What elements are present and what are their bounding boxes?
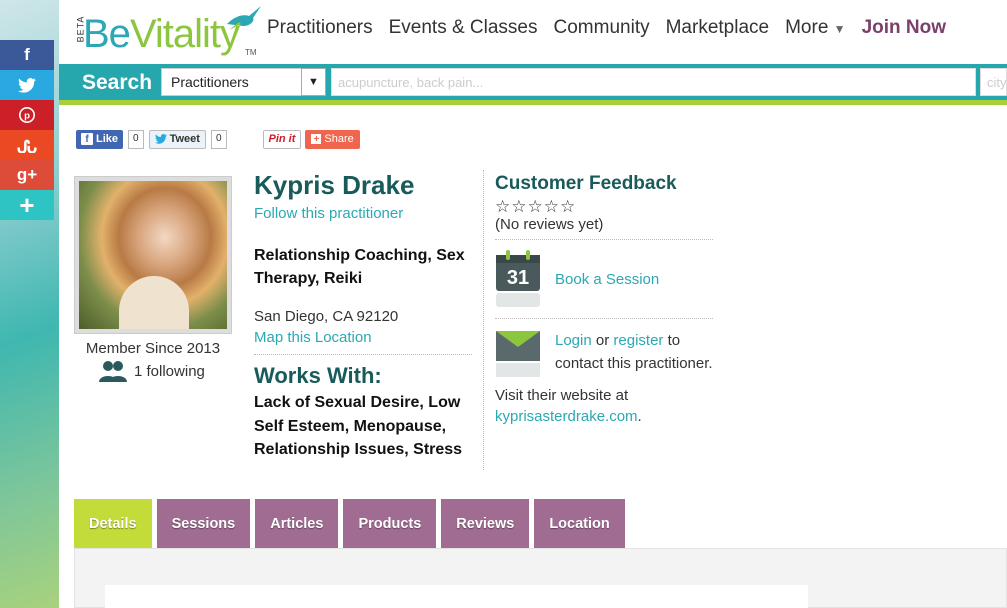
- like-count: 0: [128, 129, 144, 149]
- book-session-link[interactable]: Book a Session: [555, 271, 659, 288]
- customer-feedback-heading: Customer Feedback: [495, 173, 677, 194]
- nav-marketplace[interactable]: Marketplace: [666, 17, 770, 39]
- tab-location[interactable]: Location: [534, 499, 625, 548]
- twitter-icon[interactable]: [0, 70, 54, 100]
- bevitality-logo[interactable]: BETA BeVitality TM: [67, 4, 262, 60]
- tweet-count: 0: [210, 129, 227, 149]
- share-plus-icon: +: [311, 134, 322, 145]
- tab-articles[interactable]: Articles: [255, 499, 339, 548]
- search-bar: Search Practitioners ▼ acupuncture, back…: [59, 64, 1007, 100]
- divider: [254, 354, 472, 355]
- member-since: Member Since 2013: [85, 340, 221, 357]
- login-link[interactable]: Login: [555, 332, 592, 349]
- twitter-small-icon: [154, 134, 167, 144]
- search-label: Search: [82, 71, 153, 94]
- column-divider: [483, 170, 484, 470]
- main-nav: Practitioners Events & Classes Community…: [267, 17, 946, 39]
- nav-community[interactable]: Community: [554, 17, 650, 39]
- following-count[interactable]: 1 following: [98, 359, 205, 383]
- address: San Diego, CA 92120: [254, 308, 399, 325]
- logo-trademark: TM: [245, 48, 257, 57]
- share-label: Share: [324, 133, 354, 145]
- nav-more-label: More: [785, 17, 829, 38]
- share-buttons-row: f Like 0 Tweet 0 Pin it + Share: [76, 129, 360, 149]
- stumbleupon-icon[interactable]: [0, 130, 54, 160]
- tab-panel-content: [105, 585, 808, 608]
- svg-text:p: p: [24, 111, 30, 122]
- tab-products[interactable]: Products: [343, 499, 437, 548]
- specialties: Relationship Coaching, Sex Therapy, Reik…: [254, 247, 465, 287]
- people-icon: [99, 361, 127, 382]
- customer-feedback-panel: Customer Feedback ☆☆☆☆☆ (No reviews yet)…: [495, 170, 713, 427]
- practitioner-name: Kypris Drake: [254, 170, 415, 200]
- join-now-link[interactable]: Join Now: [862, 17, 946, 39]
- works-with-heading: Works With:: [254, 363, 382, 388]
- logo-be: Be: [83, 12, 131, 56]
- profile-photo: [74, 176, 232, 334]
- calendar-day: 31: [507, 267, 529, 289]
- practitioner-info: Kypris Drake Follow this practitioner Re…: [254, 170, 474, 462]
- pin-it-button[interactable]: Pin it: [262, 129, 302, 149]
- facebook-icon[interactable]: f: [0, 40, 54, 70]
- share-button[interactable]: + Share: [305, 129, 360, 149]
- tweet-label: Tweet: [169, 133, 200, 145]
- map-location-link[interactable]: Map this Location: [254, 329, 474, 346]
- website-period: .: [637, 408, 642, 425]
- caret-down-icon: ▼: [833, 22, 846, 36]
- site-header: BETA BeVitality TM Practitioners Events …: [59, 0, 1007, 64]
- googleplus-icon[interactable]: g+: [0, 160, 54, 190]
- search-bar-stripe: [59, 100, 1007, 105]
- tab-sessions[interactable]: Sessions: [156, 499, 251, 548]
- tab-reviews[interactable]: Reviews: [441, 499, 530, 548]
- register-link[interactable]: register: [613, 332, 663, 349]
- select-arrow-icon[interactable]: ▼: [301, 68, 326, 96]
- like-label: Like: [96, 133, 119, 145]
- profile-tabs: Details Sessions Articles Products Revie…: [74, 499, 625, 548]
- tab-details[interactable]: Details: [74, 499, 152, 548]
- or-text: or: [591, 332, 614, 349]
- following-label: 1 following: [134, 362, 205, 380]
- nav-practitioners[interactable]: Practitioners: [267, 17, 373, 39]
- tweet-button[interactable]: Tweet: [148, 129, 206, 149]
- website-info: Visit their website at kyprisasterdrake.…: [495, 385, 713, 427]
- book-session-row: 31 Book a Session: [495, 240, 713, 318]
- tab-panel: [74, 548, 1007, 608]
- works-with-list: Lack of Sexual Desire, Low Self Esteem, …: [254, 394, 463, 458]
- profile-photo-image: [79, 181, 227, 329]
- nav-more[interactable]: More ▼: [785, 17, 845, 39]
- more-share-icon[interactable]: +: [0, 190, 54, 220]
- pinterest-icon[interactable]: p: [0, 100, 54, 130]
- social-share-sidebar: f p g+ +: [0, 40, 54, 220]
- search-keyword-input[interactable]: acupuncture, back pain...: [331, 68, 976, 96]
- visit-text: Visit their website at: [495, 387, 629, 404]
- hummingbird-icon: [227, 6, 261, 30]
- envelope-icon: [496, 331, 540, 377]
- login-prompt: Login or register to contact this practi…: [555, 329, 713, 379]
- calendar-icon: 31: [496, 250, 540, 307]
- no-reviews-text: (No reviews yet): [495, 216, 604, 233]
- logo-vitality: Vitality: [129, 12, 240, 56]
- search-location-input[interactable]: city: [980, 68, 1007, 96]
- contact-row: Login or register to contact this practi…: [495, 319, 713, 379]
- facebook-like-button[interactable]: f Like: [76, 129, 124, 149]
- website-link[interactable]: kyprisasterdrake.com: [495, 408, 638, 425]
- rating-stars: ☆☆☆☆☆: [495, 197, 577, 216]
- nav-events-classes[interactable]: Events & Classes: [389, 17, 538, 39]
- facebook-small-icon: f: [81, 133, 93, 145]
- follow-practitioner-link[interactable]: Follow this practitioner: [254, 205, 474, 222]
